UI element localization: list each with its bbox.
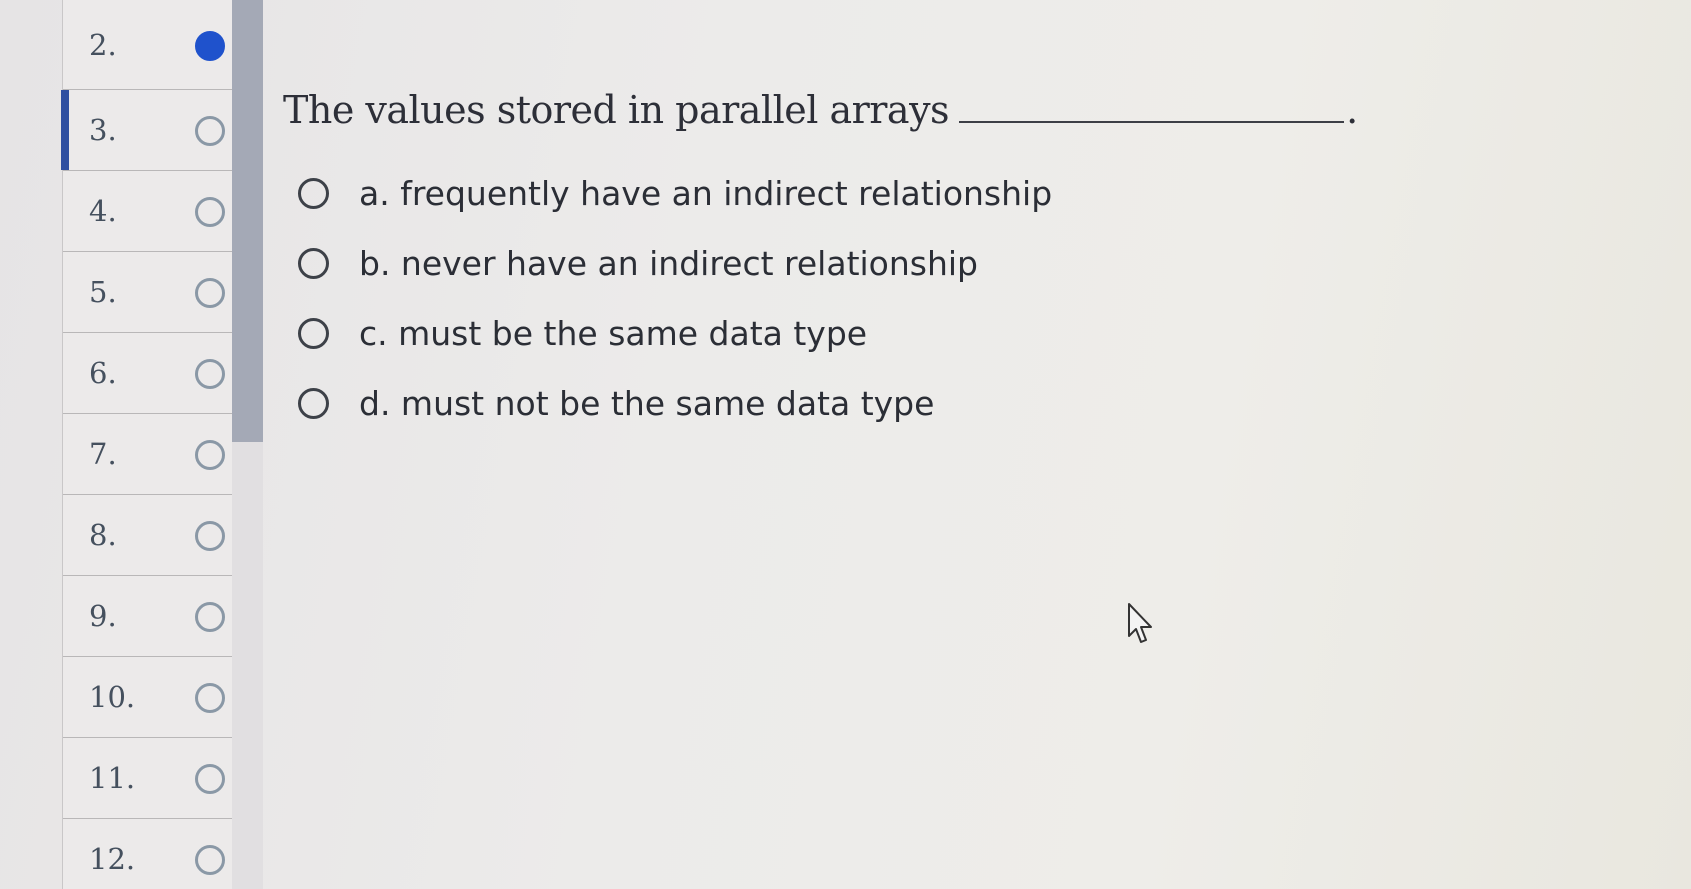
nav-item-7[interactable]: 7. — [63, 414, 233, 495]
nav-item-2[interactable]: 2. — [63, 0, 233, 90]
option-d[interactable]: d. must not be the same data type — [283, 368, 1358, 438]
option-label[interactable]: c. must be the same data type — [359, 314, 867, 353]
option-b[interactable]: b. never have an indirect relationship — [283, 228, 1358, 298]
radio-button-icon[interactable] — [298, 247, 329, 279]
scrollbar-thumb[interactable] — [232, 0, 263, 442]
nav-item-number: 8. — [89, 518, 117, 552]
answer-options: a. frequently have an indirect relations… — [283, 158, 1358, 438]
unanswered-dot-icon — [195, 197, 225, 227]
option-a[interactable]: a. frequently have an indirect relations… — [283, 158, 1358, 228]
option-label[interactable]: a. frequently have an indirect relations… — [359, 174, 1052, 213]
question-text: The values stored in parallel arrays — [283, 88, 950, 132]
unanswered-dot-icon — [195, 764, 225, 794]
unanswered-dot-icon — [195, 116, 225, 146]
answer-blank — [959, 121, 1345, 123]
nav-item-8[interactable]: 8. — [63, 495, 233, 576]
quiz-page: 2. 3. 4. 5. 6. 7. 8. 9. 10. 11. 12. The … — [0, 0, 1691, 889]
nav-item-number: 9. — [89, 599, 117, 633]
radio-button-icon[interactable] — [298, 387, 329, 419]
unanswered-dot-icon — [195, 521, 225, 551]
mouse-pointer-icon — [1126, 602, 1156, 651]
answered-dot-icon — [195, 30, 225, 61]
navigator-scrollbar[interactable] — [232, 0, 263, 889]
nav-item-11[interactable]: 11. — [63, 738, 233, 819]
nav-item-number: 2. — [89, 27, 117, 62]
nav-item-10[interactable]: 10. — [63, 657, 233, 738]
option-c[interactable]: c. must be the same data type — [283, 298, 1358, 368]
question-panel: The values stored in parallel arrays. a.… — [283, 88, 1358, 438]
question-terminator: . — [1346, 88, 1358, 132]
nav-item-4[interactable]: 4. — [63, 171, 233, 252]
nav-item-number: 5. — [89, 275, 117, 309]
unanswered-dot-icon — [195, 440, 225, 470]
unanswered-dot-icon — [195, 845, 225, 875]
question-navigator: 2. 3. 4. 5. 6. 7. 8. 9. 10. 11. 12. — [61, 0, 233, 889]
nav-item-number: 12. — [89, 842, 136, 876]
nav-item-5[interactable]: 5. — [63, 252, 233, 333]
option-label[interactable]: b. never have an indirect relationship — [359, 244, 978, 283]
option-label[interactable]: d. must not be the same data type — [359, 384, 934, 423]
nav-item-number: 6. — [89, 356, 117, 390]
nav-item-6[interactable]: 6. — [63, 333, 233, 414]
radio-button-icon[interactable] — [298, 177, 329, 209]
unanswered-dot-icon — [195, 278, 225, 308]
question-stem: The values stored in parallel arrays. — [283, 88, 1358, 132]
radio-button-icon[interactable] — [298, 317, 329, 349]
nav-item-number: 10. — [89, 680, 136, 714]
nav-item-number: 11. — [89, 761, 136, 795]
nav-item-number: 7. — [89, 437, 117, 471]
nav-item-number: 3. — [89, 113, 117, 147]
nav-item-3[interactable]: 3. — [61, 90, 233, 171]
unanswered-dot-icon — [195, 683, 225, 713]
nav-item-12[interactable]: 12. — [63, 819, 233, 889]
unanswered-dot-icon — [195, 602, 225, 632]
unanswered-dot-icon — [195, 359, 225, 389]
nav-item-9[interactable]: 9. — [63, 576, 233, 657]
nav-item-number: 4. — [89, 194, 117, 228]
